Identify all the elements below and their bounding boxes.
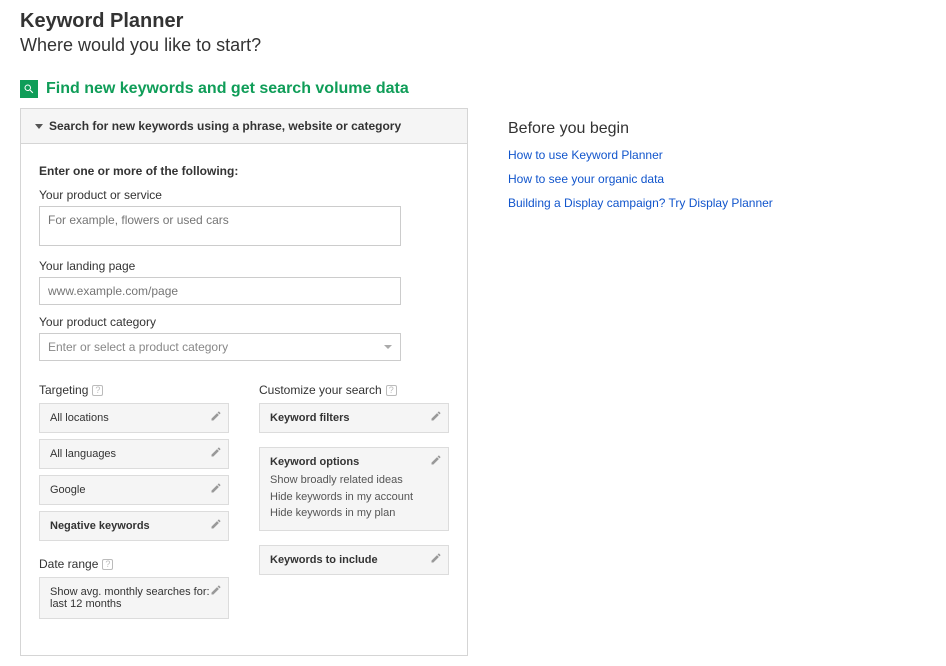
keyword-option-line: Hide keywords in my plan [270, 505, 438, 522]
pencil-icon [210, 584, 222, 596]
help-icon[interactable]: ? [92, 385, 103, 396]
category-placeholder: Enter or select a product category [48, 340, 228, 354]
sidebar-link-howto[interactable]: How to use Keyword Planner [508, 148, 828, 162]
section-title: Find new keywords and get search volume … [46, 80, 409, 98]
form-heading: Enter one or more of the following: [39, 164, 449, 178]
sidebar-heading: Before you begin [508, 120, 828, 138]
keyword-filters-text: Keyword filters [270, 412, 349, 424]
targeting-network-text: Google [50, 484, 85, 496]
targeting-network[interactable]: Google [39, 475, 229, 505]
accordion-header[interactable]: Search for new keywords using a phrase, … [21, 109, 467, 144]
page-subtitle: Where would you like to start? [20, 35, 926, 56]
targeting-locations[interactable]: All locations [39, 403, 229, 433]
customize-heading: Customize your search ? [259, 383, 449, 397]
targeting-heading: Targeting ? [39, 383, 229, 397]
targeting-languages[interactable]: All languages [39, 439, 229, 469]
keyword-option-line: Show broadly related ideas [270, 472, 438, 489]
pencil-icon [210, 518, 222, 530]
date-range-text: Show avg. monthly searches for: last 12 … [50, 586, 210, 610]
keyword-filters[interactable]: Keyword filters [259, 403, 449, 433]
product-input[interactable] [39, 206, 401, 246]
accordion: Search for new keywords using a phrase, … [20, 108, 468, 656]
targeting-languages-text: All languages [50, 448, 116, 460]
date-range-heading: Date range ? [39, 557, 229, 571]
sidebar-link-display[interactable]: Building a Display campaign? Try Display… [508, 196, 828, 210]
keyword-option-line: Hide keywords in my account [270, 489, 438, 506]
pencil-icon [210, 446, 222, 458]
keywords-include[interactable]: Keywords to include [259, 545, 449, 575]
keyword-options[interactable]: Keyword options Show broadly related ide… [259, 447, 449, 531]
pencil-icon [210, 410, 222, 422]
pencil-icon [430, 454, 442, 466]
search-icon [20, 80, 38, 98]
category-select[interactable]: Enter or select a product category [39, 333, 401, 361]
targeting-negative-text: Negative keywords [50, 520, 150, 532]
caret-down-icon [35, 124, 43, 129]
landing-input[interactable] [39, 277, 401, 305]
pencil-icon [430, 552, 442, 564]
page-title: Keyword Planner [20, 10, 926, 33]
pencil-icon [210, 482, 222, 494]
customize-heading-text: Customize your search [259, 383, 382, 397]
keyword-options-title: Keyword options [270, 456, 359, 468]
targeting-locations-text: All locations [50, 412, 109, 424]
date-range-heading-text: Date range [39, 557, 98, 571]
help-icon[interactable]: ? [102, 559, 113, 570]
accordion-title: Search for new keywords using a phrase, … [49, 119, 401, 133]
date-range-box[interactable]: Show avg. monthly searches for: last 12 … [39, 577, 229, 619]
sidebar-link-organic[interactable]: How to see your organic data [508, 172, 828, 186]
section-header: Find new keywords and get search volume … [20, 80, 468, 98]
targeting-negative[interactable]: Negative keywords [39, 511, 229, 541]
chevron-down-icon [384, 345, 392, 349]
product-label: Your product or service [39, 188, 449, 202]
keywords-include-text: Keywords to include [270, 554, 378, 566]
category-label: Your product category [39, 315, 449, 329]
pencil-icon [430, 410, 442, 422]
targeting-heading-text: Targeting [39, 383, 88, 397]
help-icon[interactable]: ? [386, 385, 397, 396]
landing-label: Your landing page [39, 259, 449, 273]
